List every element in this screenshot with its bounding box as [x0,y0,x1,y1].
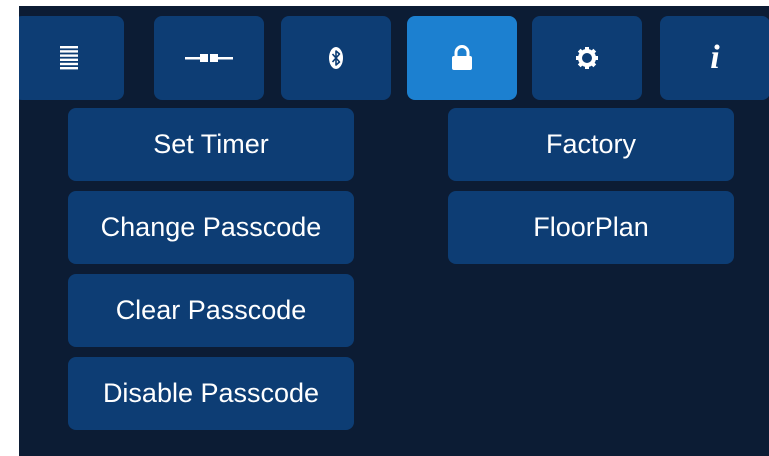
tab-connection[interactable] [154,16,264,100]
list-icon [60,46,78,70]
factory-button[interactable]: Factory [448,108,734,181]
info-icon: i [710,39,720,76]
tab-bluetooth[interactable] [281,16,391,100]
gear-icon [576,47,598,69]
tab-security[interactable] [407,16,517,100]
bluetooth-icon [329,47,343,69]
change-passcode-button[interactable]: Change Passcode [68,191,354,264]
floorplan-button[interactable]: FloorPlan [448,191,734,264]
tab-settings[interactable] [532,16,642,100]
tab-list[interactable] [19,16,124,100]
tab-info[interactable]: i [660,16,769,100]
connector-icon [185,54,233,62]
clear-passcode-button[interactable]: Clear Passcode [68,274,354,347]
set-timer-button[interactable]: Set Timer [68,108,354,181]
lock-icon [452,45,472,70]
main-panel: i Set Timer Change Passcode Clear Passco… [19,6,769,456]
disable-passcode-button[interactable]: Disable Passcode [68,357,354,430]
